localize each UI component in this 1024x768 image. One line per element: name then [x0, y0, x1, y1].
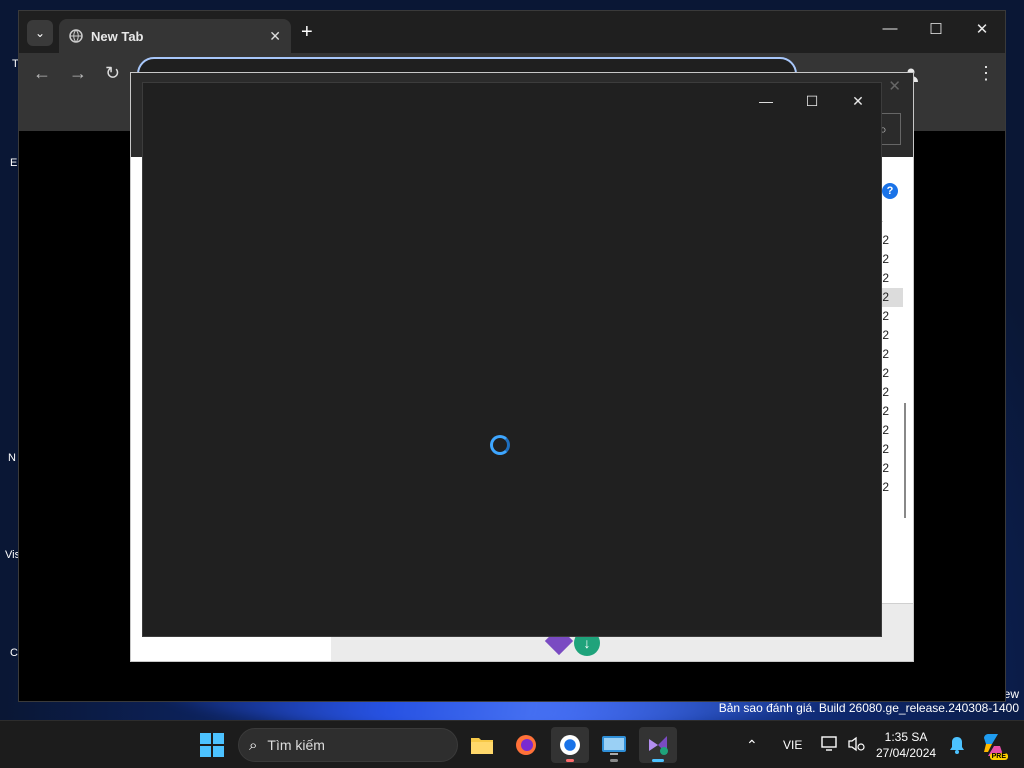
file-explorer-icon [471, 738, 493, 754]
search-icon: ⌕ [249, 736, 258, 754]
minimize-button[interactable]: — [751, 93, 781, 109]
active-indicator [652, 759, 664, 762]
date-text: 27/04/2024 [876, 746, 937, 760]
network-icon[interactable] [820, 734, 840, 754]
chrome-menu-button[interactable]: ⋮ [977, 63, 995, 84]
remote-desktop-button[interactable] [595, 727, 633, 763]
start-button[interactable] [200, 733, 224, 757]
chrome-icon [560, 735, 580, 755]
clock[interactable]: 1:35 SA 27/04/2024 [876, 729, 936, 761]
back-button[interactable]: ← [33, 63, 51, 84]
notification-bell-icon[interactable] [948, 735, 966, 755]
taskbar-search[interactable]: ⌕ Tìm kiếm [238, 728, 458, 762]
taskbar: ⌕ Tìm kiếm ⌃ VIE 1:35 SA 27/04/2024 PRE [0, 720, 1024, 768]
new-tab-button[interactable]: + [301, 21, 313, 44]
tab-title: New Tab [91, 28, 144, 44]
desktop-icon-label[interactable]: N [8, 452, 16, 464]
maximize-button[interactable]: ☐ [797, 93, 827, 110]
forward-button[interactable]: → [69, 63, 87, 84]
globe-icon [69, 29, 83, 43]
desktop-icon-label[interactable]: C [10, 647, 18, 659]
language-indicator[interactable]: VIE [783, 721, 802, 768]
windows-logo-icon [200, 733, 211, 744]
chevron-down-icon: ⌄ [34, 26, 46, 40]
close-button[interactable]: ✕ [843, 93, 873, 110]
loading-window: — ☐ ✕ [142, 82, 882, 637]
visual-studio-installer-button[interactable] [639, 727, 677, 763]
preview-badge: PRE [989, 753, 1008, 760]
scrollbar[interactable] [904, 403, 906, 518]
firefox-button[interactable] [507, 727, 545, 763]
evaluation-watermark: Bản sao đánh giá. Build 26080.ge_release… [718, 701, 1019, 715]
running-indicator [610, 759, 618, 762]
loading-spinner-icon [490, 435, 510, 455]
maximize-button[interactable]: ☐ [921, 20, 951, 38]
reload-button[interactable]: ↻ [105, 63, 120, 84]
search-placeholder: Tìm kiếm [267, 737, 325, 753]
desktop-icon-label[interactable]: E [10, 157, 17, 169]
tab-new-tab[interactable]: New Tab ✕ [59, 19, 291, 53]
volume-muted-icon[interactable] [846, 734, 866, 754]
tab-search-button[interactable]: ⌄ [27, 20, 53, 46]
show-hidden-icons-button[interactable]: ⌃ [746, 721, 758, 768]
tab-close-icon[interactable]: ✕ [269, 28, 281, 45]
firefox-icon [516, 735, 536, 755]
file-explorer-button[interactable] [463, 727, 501, 763]
help-icon[interactable]: ? [882, 183, 898, 199]
running-indicator [566, 759, 574, 762]
remote-desktop-icon [602, 736, 626, 755]
visual-studio-installer-icon [649, 736, 668, 755]
time-text: 1:35 SA [884, 730, 928, 744]
installer-close-icon[interactable]: ✕ [888, 77, 901, 95]
close-button[interactable]: ✕ [967, 20, 997, 38]
minimize-button[interactable]: — [875, 20, 905, 37]
chrome-button[interactable] [551, 727, 589, 763]
tab-strip: ⌄ New Tab ✕ + — ☐ ✕ [19, 11, 1005, 53]
copilot-button[interactable]: PRE [980, 732, 1008, 760]
